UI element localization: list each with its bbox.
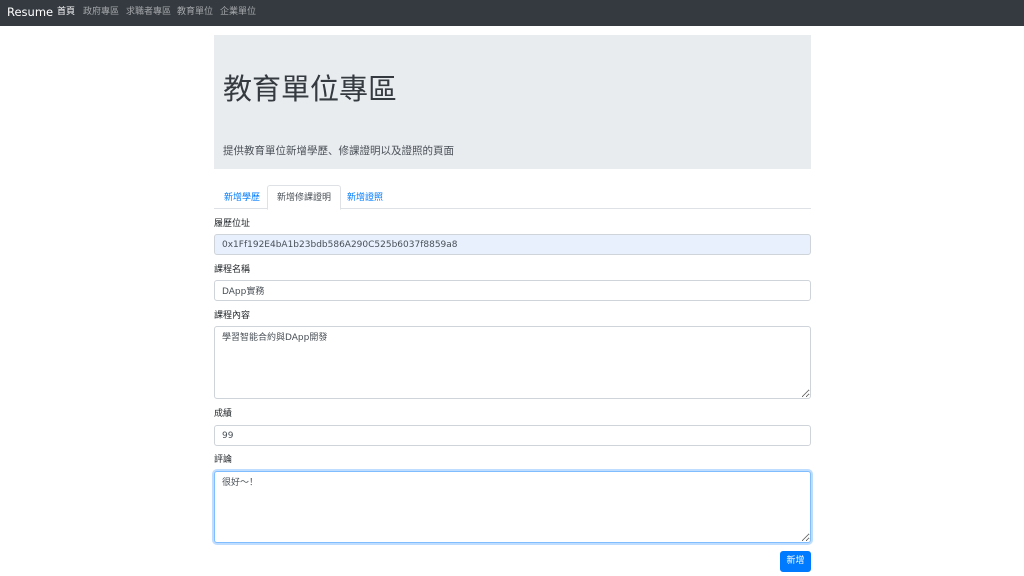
tab-bar: 新增學歷 新增修課證明 新增證照	[214, 185, 811, 210]
course-name-input[interactable]	[214, 280, 811, 301]
nav-link-education[interactable]: 教育單位	[177, 6, 213, 18]
navbar-brand[interactable]: Resume	[7, 5, 53, 19]
address-input[interactable]	[214, 234, 811, 255]
score-input[interactable]	[214, 425, 811, 446]
nav-link-government[interactable]: 政府專區	[83, 6, 119, 18]
tab-add-degree[interactable]: 新增學歷	[214, 185, 270, 209]
nav-link-job-seeker[interactable]: 求職者專區	[126, 6, 171, 18]
comment-label: 評論	[214, 455, 233, 465]
score-label: 成績	[214, 409, 233, 419]
address-label: 履歷位址	[214, 219, 251, 229]
course-name-label: 課程名稱	[214, 265, 251, 275]
tab-add-course-certificate[interactable]: 新增修課證明	[267, 185, 342, 210]
course-content-textarea[interactable]: 學習智能合約與DApp開發	[214, 326, 811, 399]
comment-textarea[interactable]: 很好～！	[214, 471, 811, 543]
submit-button[interactable]: 新增	[780, 551, 811, 572]
nav-link-home[interactable]: 首頁	[57, 6, 75, 18]
top-navbar: Resume 首頁 政府專區 求職者專區 教育單位 企業單位	[0, 0, 1024, 26]
tab-add-license[interactable]: 新增證照	[337, 185, 393, 209]
page-subtitle: 提供教育單位新增學歷、修課證明以及證照的頁面	[223, 145, 454, 157]
jumbotron: 教育單位專區 提供教育單位新增學歷、修課證明以及證照的頁面	[214, 35, 811, 169]
page-title: 教育單位專區	[223, 72, 398, 106]
course-content-label: 課程內容	[214, 311, 251, 321]
nav-link-enterprise[interactable]: 企業單位	[220, 6, 256, 18]
